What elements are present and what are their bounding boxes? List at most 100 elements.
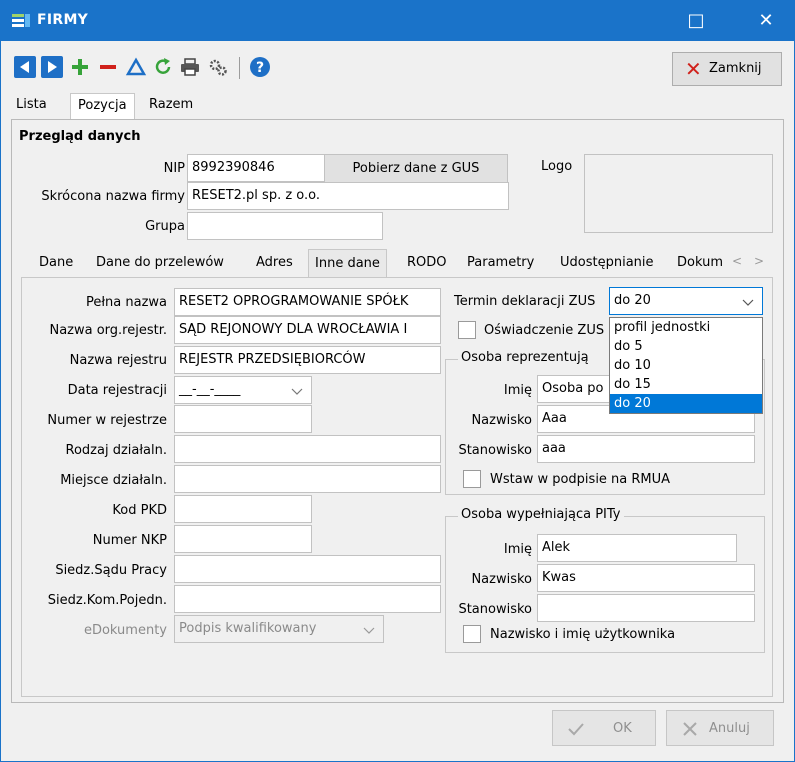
conciliation-label: Siedz.Kom.Pojedn. bbox=[47, 593, 167, 608]
zus-term-label: Termin deklaracji ZUS bbox=[454, 294, 596, 309]
tab-inne-dane[interactable]: Inne dane bbox=[308, 249, 387, 277]
overview-heading: Przegląd danych bbox=[19, 129, 141, 144]
logo-image-box[interactable] bbox=[584, 154, 773, 233]
print-button[interactable] bbox=[179, 56, 201, 78]
user-name-label: Nazwisko i imię użytkownika bbox=[490, 627, 676, 642]
reg-number-field[interactable] bbox=[174, 405, 312, 433]
help-button[interactable]: ? bbox=[249, 56, 271, 78]
gears-icon bbox=[209, 59, 227, 76]
labor-court-field[interactable] bbox=[174, 555, 441, 583]
pit-last-name-label: Nazwisko bbox=[471, 572, 532, 587]
tab-razem[interactable]: Razem bbox=[142, 93, 200, 119]
nip-field[interactable]: 8992390846 bbox=[187, 154, 325, 182]
plus-icon bbox=[72, 59, 88, 75]
rmua-label: Wstaw w podpisie na RMUA bbox=[490, 472, 671, 487]
rep-position-label: Stanowisko bbox=[458, 443, 532, 458]
user-name-checkbox[interactable] bbox=[463, 625, 481, 643]
nkp-field[interactable] bbox=[174, 525, 312, 553]
group-field[interactable] bbox=[187, 212, 383, 240]
tab-dane[interactable]: Dane bbox=[39, 249, 73, 277]
window-title: FIRMY bbox=[37, 12, 89, 28]
pit-last-name-field[interactable]: Kwas bbox=[537, 564, 755, 592]
zus-option[interactable]: do 5 bbox=[610, 337, 762, 356]
zus-option[interactable]: do 15 bbox=[610, 375, 762, 394]
tab-lista[interactable]: Lista bbox=[9, 93, 54, 119]
ok-button[interactable]: OK bbox=[552, 710, 656, 746]
pit-group-title: Osoba wypełniająca PITy bbox=[458, 507, 624, 522]
maximize-button[interactable]: □ bbox=[668, 1, 724, 41]
zus-statement-label: Oświadczenie ZUS bbox=[484, 323, 605, 338]
tab-parametry[interactable]: Parametry bbox=[467, 249, 534, 277]
chevron-down-icon bbox=[363, 627, 375, 634]
edit-button[interactable] bbox=[125, 56, 147, 78]
reg-date-picker[interactable]: __-__-____ bbox=[174, 376, 312, 404]
tab-scroll-right-icon[interactable]: > bbox=[754, 254, 764, 268]
activity-type-field[interactable] bbox=[174, 435, 441, 463]
activity-type-label: Rodzaj działaln. bbox=[65, 443, 168, 458]
rmua-checkbox[interactable] bbox=[463, 470, 481, 488]
rep-group-title: Osoba reprezentują bbox=[458, 350, 610, 365]
reg-org-field[interactable]: SĄD REJONOWY DLA WROCŁAWIA I bbox=[174, 316, 441, 344]
close-button-label: Zamknij bbox=[709, 61, 762, 76]
chevron-down-icon bbox=[291, 388, 303, 395]
zus-option[interactable]: profil jednostki bbox=[610, 318, 762, 337]
edocs-combo: Podpis kwalifikowany bbox=[174, 615, 384, 643]
reg-date-label: Data rejestracji bbox=[67, 383, 167, 398]
app-icon bbox=[12, 14, 30, 27]
conciliation-field[interactable] bbox=[174, 585, 441, 613]
settings-button[interactable] bbox=[207, 56, 229, 78]
zus-option[interactable]: do 10 bbox=[610, 356, 762, 375]
nip-label: NIP bbox=[163, 161, 185, 176]
gus-button[interactable]: Pobierz dane z GUS bbox=[324, 154, 508, 184]
close-x-icon: ✕ bbox=[685, 57, 702, 81]
tab-dane-do-przelewow[interactable]: Dane do przelewów bbox=[96, 249, 224, 277]
close-icon: ✕ bbox=[758, 10, 774, 31]
check-icon bbox=[568, 723, 584, 736]
reg-name-field[interactable]: REJESTR PRZEDSIĘBIORCÓW bbox=[174, 346, 441, 374]
svg-text:?: ? bbox=[256, 60, 264, 76]
delete-button[interactable] bbox=[97, 56, 119, 78]
zus-term-combo[interactable]: do 20 bbox=[609, 287, 763, 315]
close-button[interactable]: ✕ Zamknij bbox=[672, 52, 782, 86]
tab-rodo[interactable]: RODO bbox=[407, 249, 447, 277]
tab-scroll-left-icon[interactable]: < bbox=[732, 254, 742, 268]
nkp-label: Numer NKP bbox=[92, 533, 167, 548]
pit-position-label: Stanowisko bbox=[458, 602, 532, 617]
pit-position-field[interactable] bbox=[537, 594, 755, 622]
zus-statement-checkbox[interactable] bbox=[458, 321, 476, 339]
reg-date-value: __-__-____ bbox=[179, 382, 241, 397]
previous-record-button[interactable] bbox=[14, 56, 36, 78]
tab-udostepnianie[interactable]: Udostępnianie bbox=[560, 249, 654, 277]
pit-first-name-field[interactable]: Alek bbox=[537, 534, 737, 562]
cancel-button[interactable]: Anuluj bbox=[666, 710, 774, 746]
activity-place-field[interactable] bbox=[174, 465, 441, 493]
activity-place-label: Miejsce działaln. bbox=[60, 473, 167, 488]
reg-number-label: Numer w rejestrze bbox=[47, 413, 167, 428]
minus-icon bbox=[100, 65, 116, 69]
toolbar-separator bbox=[239, 57, 240, 79]
refresh-icon bbox=[155, 58, 171, 74]
title-bar[interactable]: FIRMY □ ✕ bbox=[1, 1, 794, 41]
zus-term-dropdown-list[interactable]: profil jednostki do 5 do 10 do 15 do 20 bbox=[609, 317, 763, 414]
tab-dokumenty[interactable]: Dokum bbox=[677, 249, 725, 277]
next-record-button[interactable] bbox=[41, 56, 63, 78]
rep-first-name-label: Imię bbox=[503, 383, 532, 398]
rep-position-field[interactable]: aaa bbox=[537, 435, 755, 463]
add-button[interactable] bbox=[69, 56, 91, 78]
pkd-field[interactable] bbox=[174, 495, 312, 523]
ok-label: OK bbox=[613, 721, 632, 736]
full-name-label: Pełna nazwa bbox=[85, 295, 167, 310]
short-name-field[interactable]: RESET2.pl sp. z o.o. bbox=[187, 182, 509, 210]
window-close-button[interactable]: ✕ bbox=[738, 1, 794, 41]
tab-adres[interactable]: Adres bbox=[256, 249, 293, 277]
printer-icon bbox=[181, 58, 199, 76]
edocs-value: Podpis kwalifikowany bbox=[179, 621, 317, 636]
firmy-window: FIRMY □ ✕ ? ✕ Zamknij Lista Pozycja Raze… bbox=[0, 0, 795, 762]
edocs-label: eDokumenty bbox=[83, 623, 167, 638]
chevron-down-icon bbox=[742, 299, 754, 306]
refresh-button[interactable] bbox=[152, 56, 174, 78]
full-name-field[interactable]: RESET2 OPROGRAMOWANIE SPÓŁK bbox=[174, 288, 441, 316]
tab-pozycja[interactable]: Pozycja bbox=[70, 93, 135, 119]
zus-option-selected[interactable]: do 20 bbox=[610, 394, 762, 413]
group-label: Grupa bbox=[145, 219, 185, 234]
